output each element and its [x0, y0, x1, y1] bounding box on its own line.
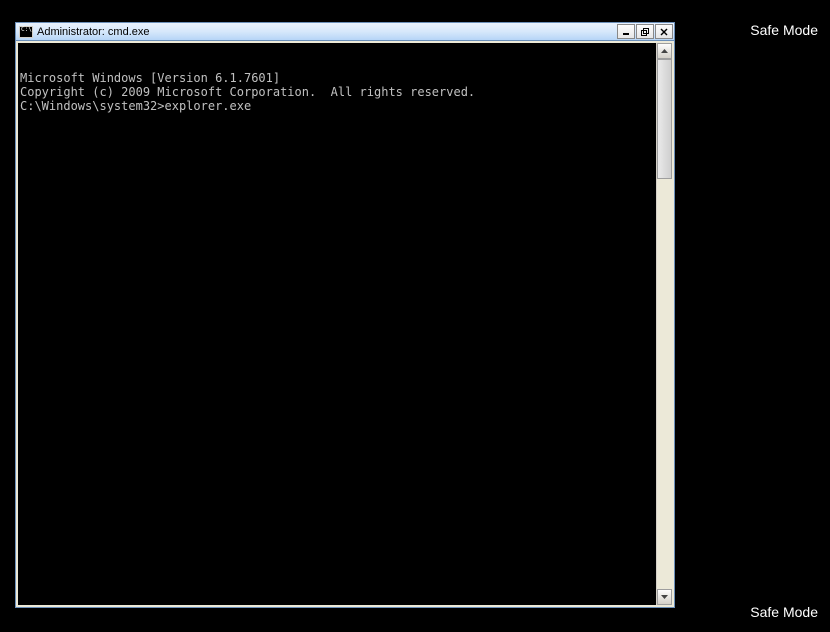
- chevron-down-icon: [661, 595, 668, 599]
- console-line: Microsoft Windows [Version 6.1.7601]: [20, 71, 654, 85]
- window-title: Administrator: cmd.exe: [37, 26, 617, 38]
- scroll-down-button[interactable]: [657, 589, 672, 605]
- chevron-up-icon: [661, 49, 668, 53]
- minimize-button[interactable]: [617, 24, 635, 39]
- console-prompt: C:\Windows\system32>: [20, 99, 165, 113]
- close-icon: [660, 28, 668, 36]
- minimize-icon: [622, 28, 630, 36]
- client-area: Microsoft Windows [Version 6.1.7601]Copy…: [16, 41, 674, 607]
- console-input[interactable]: explorer.exe: [165, 99, 252, 113]
- maximize-icon: [641, 28, 650, 36]
- console-prompt-line: C:\Windows\system32>explorer.exe: [20, 99, 654, 113]
- console-line: Copyright (c) 2009 Microsoft Corporation…: [20, 85, 654, 99]
- scroll-track[interactable]: [657, 59, 672, 589]
- safe-mode-label-top: Safe Mode: [750, 22, 818, 38]
- maximize-button[interactable]: [636, 24, 654, 39]
- window-controls: [617, 24, 673, 39]
- scroll-thumb[interactable]: [657, 59, 672, 179]
- cmd-icon: [19, 26, 33, 38]
- vertical-scrollbar[interactable]: [656, 43, 672, 605]
- close-button[interactable]: [655, 24, 673, 39]
- cmd-window: Administrator: cmd.exe Microsoft Windows…: [15, 22, 675, 608]
- scroll-up-button[interactable]: [657, 43, 672, 59]
- safe-mode-label-bottom: Safe Mode: [750, 604, 818, 620]
- console-output[interactable]: Microsoft Windows [Version 6.1.7601]Copy…: [18, 43, 656, 605]
- titlebar[interactable]: Administrator: cmd.exe: [16, 23, 674, 41]
